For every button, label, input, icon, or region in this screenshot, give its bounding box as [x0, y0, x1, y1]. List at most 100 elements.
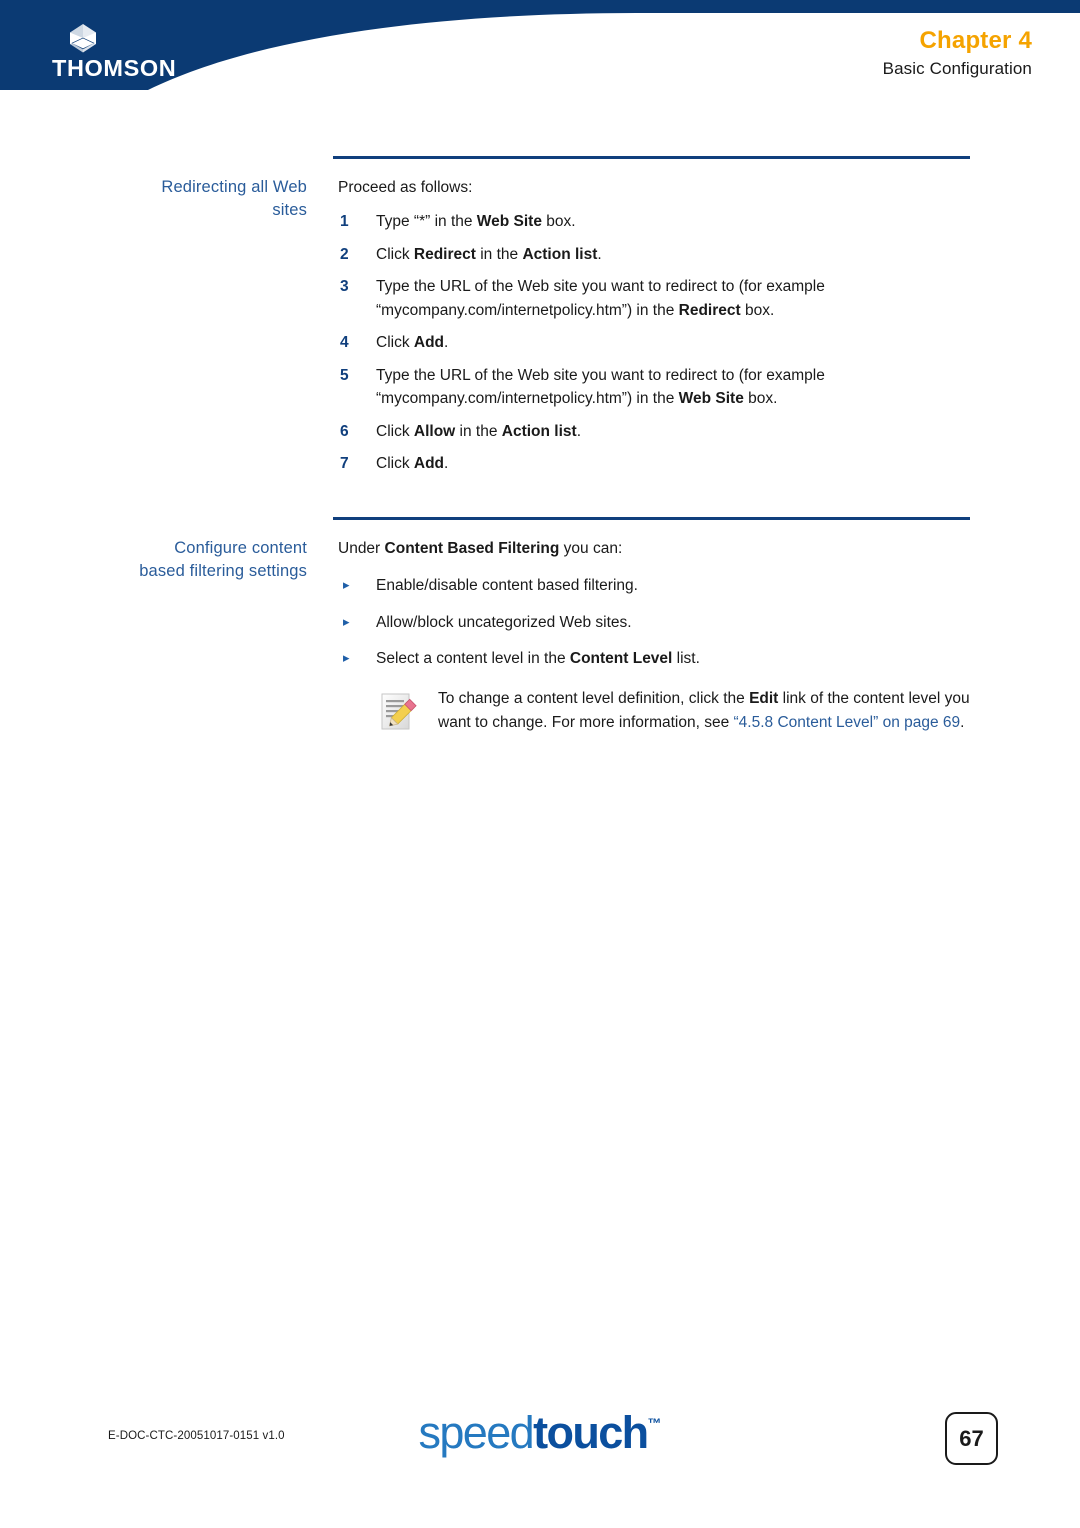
speedtouch-logo: speedtouch™: [418, 1410, 661, 1455]
side-heading-line-2: based filtering settings: [139, 562, 307, 581]
section-side-heading: Redirecting all Web sites: [0, 176, 333, 485]
body-text: box.: [740, 301, 775, 319]
body-text: in the: [455, 422, 502, 440]
speedtouch-logo-part-speed: speed: [418, 1407, 534, 1458]
section-intro-text: Under Content Based Filtering you can:: [338, 537, 993, 561]
body-text: box.: [541, 213, 576, 231]
page-number-badge: 67: [945, 1412, 998, 1465]
step-text: Type “*” in the Web Site box.: [376, 213, 576, 230]
bullet-triangle-icon: ▸: [343, 576, 350, 592]
emphasis-text: Action list: [522, 245, 598, 263]
body-text: .: [597, 245, 602, 263]
emphasis-text: Web Site: [476, 213, 542, 231]
bullet-triangle-icon: ▸: [343, 613, 350, 629]
step-item: 4 Click Add.: [338, 331, 993, 355]
step-item: 7 Click Add.: [338, 452, 993, 476]
section-main-column: Proceed as follows: 1 Type “*” in the Web…: [333, 176, 993, 485]
step-number: 3: [340, 278, 349, 296]
thomson-wordmark: THOMSON: [52, 55, 177, 81]
step-number: 6: [340, 422, 349, 440]
step-number: 7: [340, 455, 349, 473]
body-text: in the: [475, 245, 523, 263]
bullet-triangle-icon: ▸: [343, 650, 350, 666]
side-heading-line-1: Redirecting all Web: [161, 178, 307, 196]
section-main-column: Under Content Based Filtering you can: ▸…: [333, 537, 993, 740]
body-text: .: [444, 455, 449, 473]
page-content: Redirecting all Web sites Proceed as fol…: [0, 150, 1080, 740]
document-page: THOMSON Chapter 4 Basic Configuration Re…: [0, 0, 1080, 1528]
step-item: 2 Click Redirect in the Action list.: [338, 243, 993, 267]
chapter-subtitle: Basic Configuration: [882, 58, 1032, 78]
body-text: .: [960, 713, 965, 731]
body-text: Click: [376, 245, 414, 263]
body-text: Click: [376, 422, 414, 440]
speedtouch-logo-part-touch: touch: [533, 1407, 649, 1458]
step-number: 5: [340, 366, 349, 384]
bulleted-list: ▸ Enable/disable content based filtering.…: [338, 574, 993, 671]
emphasis-text: Redirect: [413, 245, 476, 263]
emphasis-text: Action list: [501, 422, 577, 440]
body-text: Enable/disable content based filtering.: [376, 576, 638, 594]
body-text: list.: [672, 650, 700, 668]
bullet-item: ▸ Enable/disable content based filtering.: [338, 574, 993, 598]
body-text: .: [444, 334, 449, 352]
emphasis-text: Allow: [413, 422, 456, 440]
emphasis-text: Redirect: [678, 301, 741, 319]
body-text: Click: [376, 455, 414, 473]
body-text: .: [576, 422, 581, 440]
section-intro-text: Proceed as follows:: [338, 179, 473, 196]
section-side-heading: Configure content based filtering settin…: [0, 537, 333, 740]
step-text: Type the URL of the Web site you want to…: [376, 367, 825, 408]
step-number: 2: [340, 245, 349, 263]
emphasis-text: Web Site: [678, 390, 744, 408]
bullet-item: ▸ Allow/block uncategorized Web sites.: [338, 611, 993, 635]
body-text: Under: [338, 539, 385, 557]
note-callout: To change a content level definition, cl…: [338, 687, 993, 740]
body-text: Select a content level in the: [376, 650, 570, 668]
note-icon-wrapper: [376, 687, 422, 740]
cross-reference-link[interactable]: “4.5.8 Content Level” on page 69: [734, 714, 961, 731]
body-text: you can:: [559, 539, 623, 557]
step-text: Type the URL of the Web site you want to…: [376, 278, 825, 319]
step-number: 4: [340, 334, 349, 352]
step-number: 1: [340, 213, 349, 231]
step-item: 5 Type the URL of the Web site you want t…: [338, 364, 993, 411]
bullet-text: Select a content level in the Content Le…: [376, 650, 700, 667]
emphasis-text: Add: [413, 334, 445, 352]
page-footer: E-DOC-CTC-20051017-0151 v1.0 speedtouch™…: [0, 1406, 1080, 1476]
step-text: Click Allow in the Action list.: [376, 423, 581, 440]
page-number-value: 67: [959, 1425, 984, 1451]
bullet-item: ▸ Select a content level in the Content L…: [338, 647, 993, 671]
step-item: 3 Type the URL of the Web site you want t…: [338, 275, 993, 322]
section-redirecting-all-web-sites: Redirecting all Web sites Proceed as fol…: [0, 150, 1080, 485]
step-text: Click Add.: [376, 334, 448, 351]
body-text: To change a content level definition, cl…: [438, 689, 750, 707]
note-text: To change a content level definition, cl…: [438, 687, 993, 740]
body-text: Click: [376, 334, 414, 352]
body-text: Allow/block uncategorized Web sites.: [376, 613, 632, 631]
bullet-text: Allow/block uncategorized Web sites.: [376, 614, 632, 631]
page-header: THOMSON Chapter 4 Basic Configuration: [0, 0, 1080, 105]
step-text: Click Redirect in the Action list.: [376, 246, 602, 263]
note-pencil-icon: [381, 693, 417, 730]
emphasis-text: Add: [413, 455, 445, 473]
chapter-indicator: Chapter 4 Basic Configuration: [882, 27, 1032, 81]
thomson-diamond-icon: [70, 24, 96, 53]
section-configure-content-based-filtering: Configure content based filtering settin…: [0, 511, 1080, 740]
side-heading-line-1: Configure content: [174, 538, 307, 557]
trademark-icon: ™: [647, 1415, 662, 1431]
body-text: Type “*” in the: [376, 213, 477, 231]
emphasis-text: Content Level: [569, 650, 673, 668]
emphasis-text: Content Based Filtering: [384, 539, 560, 557]
document-id: E-DOC-CTC-20051017-0151 v1.0: [108, 1430, 285, 1442]
step-text: Click Add.: [376, 455, 448, 472]
step-item: 1 Type “*” in the Web Site box.: [338, 210, 993, 234]
step-item: 6 Click Allow in the Action list.: [338, 420, 993, 444]
body-text: box.: [743, 390, 778, 408]
bullet-text: Enable/disable content based filtering.: [376, 577, 638, 594]
numbered-steps-list: 1 Type “*” in the Web Site box. 2 Click Red…: [338, 210, 993, 476]
side-heading-line-2: sites: [272, 201, 307, 220]
chapter-title: Chapter 4: [919, 27, 1032, 54]
thomson-logo: THOMSON: [52, 22, 182, 80]
emphasis-text: Edit: [749, 689, 779, 707]
